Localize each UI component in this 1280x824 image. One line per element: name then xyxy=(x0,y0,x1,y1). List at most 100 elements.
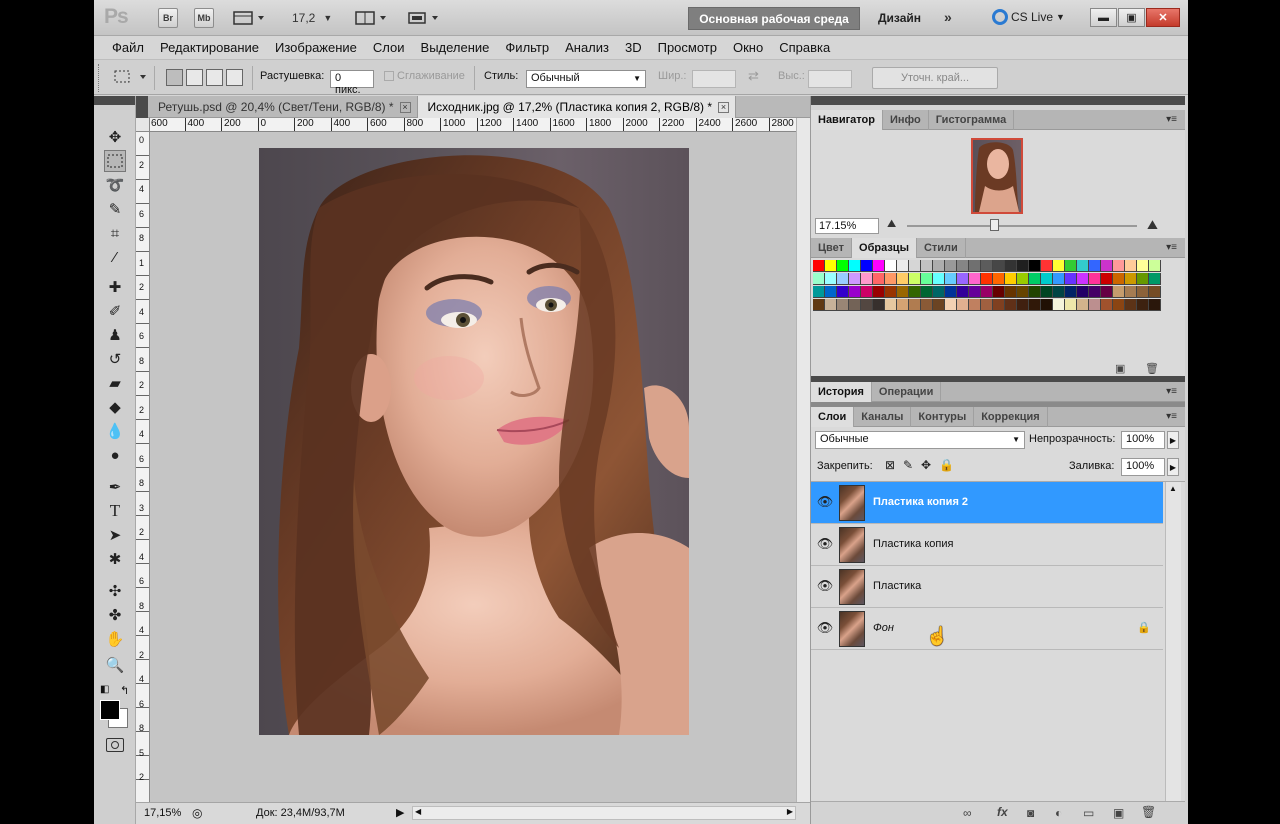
color-swatch[interactable] xyxy=(1125,286,1137,298)
color-swatch[interactable] xyxy=(861,260,873,272)
color-swatch[interactable] xyxy=(837,299,849,311)
eye-icon[interactable]: 👁 xyxy=(817,620,834,636)
color-swatch[interactable] xyxy=(873,286,885,298)
color-swatch[interactable] xyxy=(1005,260,1017,272)
path-selection-tool-icon[interactable]: ➤ xyxy=(104,524,126,546)
subtract-from-selection-icon[interactable] xyxy=(206,69,223,86)
color-swatch[interactable] xyxy=(1113,273,1125,285)
color-swatch[interactable] xyxy=(873,273,885,285)
color-swatch[interactable] xyxy=(945,286,957,298)
workspace-essentials-button[interactable]: Основная рабочая среда xyxy=(688,7,860,30)
adjustment-layer-icon[interactable]: ◐ xyxy=(1055,806,1062,820)
color-swatch[interactable] xyxy=(969,273,981,285)
color-swatch[interactable] xyxy=(909,273,921,285)
zoom-in-icon[interactable]: ⛰ xyxy=(1147,217,1158,233)
color-swatch[interactable] xyxy=(1029,273,1041,285)
color-swatch[interactable] xyxy=(813,260,825,272)
scroll-left-icon[interactable]: ◀ xyxy=(415,807,421,816)
3d-rotate-tool-icon[interactable]: ✣ xyxy=(104,580,126,602)
tab-paths[interactable]: Контуры xyxy=(911,407,975,427)
color-swatch[interactable] xyxy=(825,299,837,311)
workspace-more-button[interactable]: » xyxy=(944,9,952,25)
navigator-slider-knob[interactable] xyxy=(990,219,999,231)
color-swatch[interactable] xyxy=(909,286,921,298)
color-swatch[interactable] xyxy=(921,286,933,298)
color-swatch[interactable] xyxy=(1077,273,1089,285)
color-swatch[interactable] xyxy=(993,286,1005,298)
color-swatch[interactable] xyxy=(885,299,897,311)
zoom-tool-icon[interactable]: 🔍 xyxy=(104,654,126,676)
document-canvas-photo[interactable] xyxy=(259,148,689,735)
tab-histogram[interactable]: Гистограмма xyxy=(929,110,1015,130)
new-swatch-icon[interactable]: ▣ xyxy=(1115,362,1125,375)
layer-row[interactable]: 👁 Пластика xyxy=(811,566,1163,608)
tab-navigator[interactable]: Навигатор xyxy=(811,110,883,130)
color-swatch[interactable] xyxy=(1125,273,1137,285)
quick-selection-tool-icon[interactable]: ✎ xyxy=(104,198,126,220)
swap-dimensions-icon[interactable]: ⇄ xyxy=(748,68,759,84)
color-swatch[interactable] xyxy=(909,260,921,272)
color-swatch[interactable] xyxy=(1113,260,1125,272)
lock-transparency-icon[interactable]: ⊠ xyxy=(885,458,895,472)
eraser-tool-icon[interactable]: ▰ xyxy=(104,372,126,394)
menu-3d[interactable]: 3D xyxy=(617,40,650,55)
link-layers-icon[interactable]: ∞ xyxy=(963,806,972,820)
color-swatch[interactable] xyxy=(933,286,945,298)
rect-marquee-tool-icon[interactable] xyxy=(104,150,126,172)
color-swatch[interactable] xyxy=(813,273,825,285)
color-swatch[interactable] xyxy=(1053,260,1065,272)
color-swatch[interactable] xyxy=(1089,273,1101,285)
menu-image[interactable]: Изображение xyxy=(267,40,365,55)
color-swatch[interactable] xyxy=(921,273,933,285)
color-swatch[interactable] xyxy=(1041,260,1053,272)
type-tool-icon[interactable]: T xyxy=(104,500,126,522)
zoom-level-select[interactable]: 17,2 ▼ xyxy=(292,8,338,28)
tab-layers[interactable]: Слои xyxy=(811,407,855,427)
swap-colors-icon[interactable]: ↰ xyxy=(120,684,129,697)
navigator-zoom-input[interactable]: 17.15% xyxy=(815,218,879,234)
color-swatch[interactable] xyxy=(1077,286,1089,298)
panel-menu-icon[interactable]: ▾≡ xyxy=(1166,242,1177,253)
custom-shape-tool-icon[interactable]: ✱ xyxy=(104,548,126,570)
color-swatch[interactable] xyxy=(1005,273,1017,285)
color-swatch[interactable] xyxy=(861,299,873,311)
lock-position-icon[interactable]: ✥ xyxy=(921,458,931,472)
dodge-tool-icon[interactable]: ● xyxy=(104,444,126,466)
menu-analysis[interactable]: Анализ xyxy=(557,40,617,55)
color-swatch[interactable] xyxy=(981,286,993,298)
add-mask-icon[interactable]: ◙ xyxy=(1027,806,1034,820)
new-group-icon[interactable]: ▭ xyxy=(1083,806,1094,820)
menu-view[interactable]: Просмотр xyxy=(650,40,725,55)
color-swatch[interactable] xyxy=(1125,260,1137,272)
color-swatch[interactable] xyxy=(1149,273,1161,285)
color-swatch[interactable] xyxy=(957,286,969,298)
color-swatch[interactable] xyxy=(1041,273,1053,285)
fill-slider-arrow-icon[interactable]: ▶ xyxy=(1167,458,1179,476)
color-swatch[interactable] xyxy=(1065,299,1077,311)
color-swatch[interactable] xyxy=(825,260,837,272)
delete-layer-icon[interactable]: 🗑 xyxy=(1141,805,1156,819)
3d-orbit-tool-icon[interactable]: ✤ xyxy=(104,604,126,626)
tools-panel-grip[interactable] xyxy=(94,96,135,105)
color-swatch[interactable] xyxy=(993,260,1005,272)
eye-icon[interactable]: 👁 xyxy=(817,494,834,510)
color-swatch[interactable] xyxy=(933,299,945,311)
tab-actions[interactable]: Операции xyxy=(872,382,942,402)
blend-mode-select[interactable]: Обычные ▼ xyxy=(815,431,1025,449)
horizontal-scrollbar[interactable]: ◀ ▶ xyxy=(412,806,796,820)
color-swatch[interactable] xyxy=(849,299,861,311)
fill-input[interactable]: 100% xyxy=(1121,458,1165,476)
color-swatch[interactable] xyxy=(1113,299,1125,311)
color-swatch[interactable] xyxy=(1137,260,1149,272)
color-swatch[interactable] xyxy=(837,273,849,285)
panel-menu-icon[interactable]: ▾≡ xyxy=(1166,114,1177,125)
workspace-design-button[interactable]: Дизайн xyxy=(878,11,921,25)
color-swatch[interactable] xyxy=(1017,286,1029,298)
history-brush-tool-icon[interactable]: ↺ xyxy=(104,348,126,370)
color-swatch[interactable] xyxy=(981,299,993,311)
color-swatch[interactable] xyxy=(981,273,993,285)
lock-pixels-icon[interactable]: ✎ xyxy=(903,458,913,472)
panels-grip[interactable] xyxy=(811,96,1185,105)
menu-filter[interactable]: Фильтр xyxy=(497,40,557,55)
lock-all-icon[interactable]: 🔒 xyxy=(939,458,954,472)
